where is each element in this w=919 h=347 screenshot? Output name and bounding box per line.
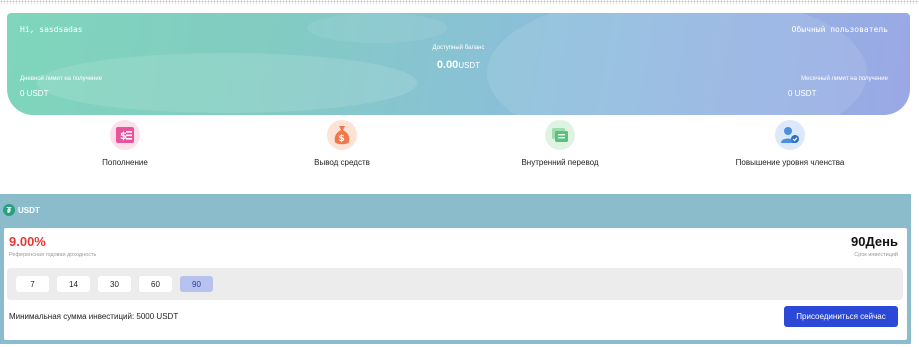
deposit-button[interactable]: $ Пополнение (45, 118, 205, 167)
balance-unit: USDT (458, 61, 481, 70)
membership-upgrade-icon (775, 120, 805, 150)
deposit-label: Пополнение (102, 158, 148, 167)
page: Hi, sasdsadas Обычный пользователь Досту… (0, 0, 919, 347)
svg-text:$: $ (339, 134, 345, 144)
banner-decor (307, 13, 447, 43)
withdraw-label: Вывод средств (314, 158, 370, 167)
term-option-90-selected[interactable]: 90 (180, 276, 213, 292)
internal-transfer-label: Внутренний перевод (521, 158, 599, 167)
balance-label: Доступный баланс (432, 45, 485, 51)
term-option-30[interactable]: 30 (98, 276, 131, 292)
tether-icon: ₮ (3, 204, 15, 216)
quick-actions: $ Пополнение $ Вывод средств Внутренний … (0, 118, 919, 180)
min-investment-text: Минимальная сумма инвестиций: 5000 USDT (9, 312, 179, 321)
product-panel: ₮ USDT 9.00% Референсная годовая доходно… (0, 194, 911, 344)
monthly-limit-value: 0 USDT (788, 89, 817, 98)
greeting-text: Hi, sasdsadas (20, 25, 83, 34)
transfer-icon (545, 120, 575, 150)
balance-value: 0.00USDT (7, 59, 910, 71)
term-label: Срок инвестиций (854, 252, 898, 258)
deposit-icon: $ (110, 120, 140, 150)
annual-rate-label: Референсная годовая доходность (9, 252, 97, 258)
balance-amount: 0.00 (436, 59, 459, 71)
annual-rate-value: 9.00% (9, 234, 46, 249)
join-now-button[interactable]: Присоединиться сейчас (784, 306, 898, 327)
account-banner: Hi, sasdsadas Обычный пользователь Досту… (7, 13, 910, 115)
membership-upgrade-label: Повышение уровня членства (735, 158, 845, 167)
daily-limit-value: 0 USDT (20, 89, 49, 98)
term-option-60[interactable]: 60 (139, 276, 172, 292)
term-selector: 7 14 30 60 90 (7, 268, 903, 300)
withdraw-icon: $ (327, 120, 357, 150)
term-value: 90День (851, 234, 898, 249)
term-option-7[interactable]: 7 (16, 276, 49, 292)
product-header: ₮ USDT (3, 204, 40, 216)
term-options: 7 14 30 60 90 (16, 276, 213, 292)
internal-transfer-button[interactable]: Внутренний перевод (480, 118, 640, 167)
product-card: 9.00% Референсная годовая доходность 90Д… (4, 228, 907, 340)
daily-limit-label: Дневной лимит на получение (20, 76, 103, 82)
monthly-limit-label: Месячный лимит на получение (801, 76, 888, 82)
membership-upgrade-button[interactable]: Повышение уровня членства (710, 118, 870, 167)
svg-text:$: $ (120, 131, 127, 142)
user-type-label: Обычный пользователь (791, 25, 888, 34)
term-option-14[interactable]: 14 (57, 276, 90, 292)
withdraw-button[interactable]: $ Вывод средств (262, 118, 422, 167)
top-border-dots (0, 0, 919, 4)
coin-name: USDT (18, 205, 40, 215)
